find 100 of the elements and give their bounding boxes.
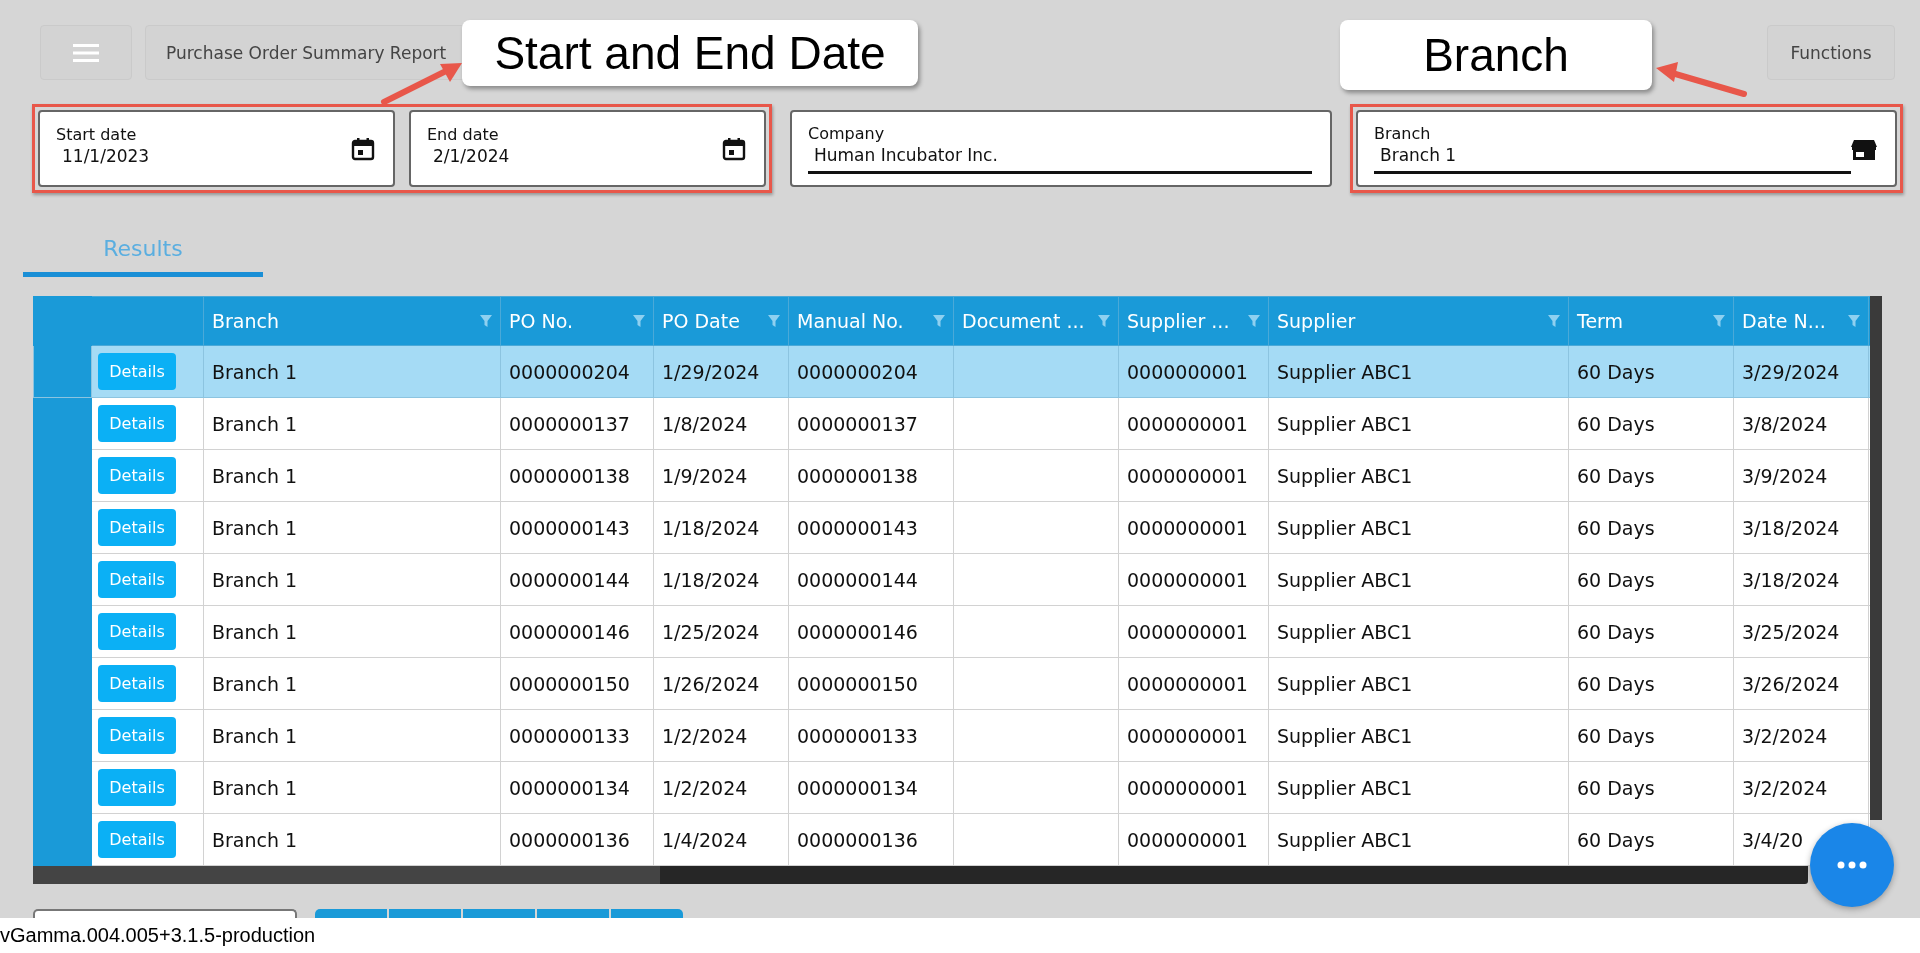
column-header[interactable]: Supplier ... bbox=[1118, 296, 1269, 346]
column-header[interactable]: Term bbox=[1568, 296, 1734, 346]
pager-button[interactable] bbox=[537, 909, 609, 918]
filter-icon[interactable] bbox=[768, 315, 780, 327]
column-header[interactable]: Supplier bbox=[1268, 296, 1569, 346]
details-button[interactable]: Details bbox=[98, 665, 176, 702]
table-cell: 60 Days bbox=[1568, 605, 1734, 658]
table-cell: Branch 1 bbox=[203, 605, 501, 658]
table-cell: 0000000001 bbox=[1118, 813, 1269, 866]
table-cell: 1/29/2024 bbox=[653, 345, 789, 398]
table-cell: 60 Days bbox=[1568, 761, 1734, 814]
store-icon[interactable] bbox=[1851, 137, 1877, 160]
details-button[interactable]: Details bbox=[98, 457, 176, 494]
field-label: End date bbox=[427, 125, 500, 144]
column-header[interactable]: PO No. bbox=[500, 296, 654, 346]
table-cell: 3/8/2024 bbox=[1733, 397, 1869, 450]
table-cell: 0000000137 bbox=[500, 397, 654, 450]
pager-button[interactable] bbox=[315, 909, 387, 918]
details-button[interactable]: Details bbox=[98, 769, 176, 806]
filter-icon[interactable] bbox=[1248, 315, 1260, 327]
table-cell: 3/2/2024 bbox=[1733, 761, 1869, 814]
table-cell: Supplier ABC1 bbox=[1268, 345, 1569, 398]
table-cell: Supplier ABC1 bbox=[1268, 553, 1569, 606]
results-tab[interactable]: Results bbox=[23, 224, 263, 277]
filter-icon[interactable] bbox=[480, 315, 492, 327]
table-cell: 1/18/2024 bbox=[653, 553, 789, 606]
pager-button[interactable] bbox=[463, 909, 535, 918]
table-cell: 0000000134 bbox=[500, 761, 654, 814]
details-button[interactable]: Details bbox=[98, 613, 176, 650]
table-cell: 60 Days bbox=[1568, 501, 1734, 554]
page-size-select[interactable] bbox=[33, 909, 297, 918]
details-button[interactable]: Details bbox=[98, 821, 176, 858]
table-cell: 0000000143 bbox=[500, 501, 654, 554]
table-cell: 0000000138 bbox=[788, 449, 954, 502]
functions-button[interactable]: Functions bbox=[1767, 25, 1895, 80]
table-cell: 3/2/2024 bbox=[1733, 709, 1869, 762]
pager-button[interactable] bbox=[611, 909, 683, 918]
details-button[interactable]: Details bbox=[98, 405, 176, 442]
filter-icon[interactable] bbox=[1713, 315, 1725, 327]
date-field[interactable]: End date 2/1/2024 bbox=[409, 110, 766, 187]
table-cell: 0000000001 bbox=[1118, 553, 1269, 606]
date-field[interactable]: Start date 11/1/2023 bbox=[38, 110, 395, 187]
more-button[interactable] bbox=[1810, 823, 1894, 907]
column-header[interactable]: Document ... bbox=[953, 296, 1119, 346]
table-cell: 1/2/2024 bbox=[653, 709, 789, 762]
filter-icon[interactable] bbox=[1548, 315, 1560, 327]
column-header[interactable]: Branch bbox=[203, 296, 501, 346]
filter-icon[interactable] bbox=[1848, 315, 1860, 327]
table-cell: Branch 1 bbox=[203, 813, 501, 866]
table-cell: Branch 1 bbox=[203, 657, 501, 710]
table-cell: Branch 1 bbox=[203, 501, 501, 554]
version-text: vGamma.004.005+3.1.5-production bbox=[0, 923, 317, 948]
table-cell: 0000000138 bbox=[500, 449, 654, 502]
pager-button[interactable] bbox=[389, 909, 461, 918]
table-cell: 0000000001 bbox=[1118, 605, 1269, 658]
table-cell: Supplier ABC1 bbox=[1268, 813, 1569, 866]
table-cell: 0000000001 bbox=[1118, 709, 1269, 762]
more-icon bbox=[1837, 861, 1867, 869]
table-cell: 60 Days bbox=[1568, 553, 1734, 606]
table-cell: 0000000204 bbox=[500, 345, 654, 398]
field-label: Start date bbox=[56, 125, 138, 144]
table-cell: 0000000137 bbox=[788, 397, 954, 450]
column-header[interactable]: Manual No. bbox=[788, 296, 954, 346]
table-cell: 3/9/2024 bbox=[1733, 449, 1869, 502]
table-cell: 0000000136 bbox=[500, 813, 654, 866]
field-value: Human Incubator Inc. bbox=[808, 142, 1312, 174]
table-cell: Supplier ABC1 bbox=[1268, 761, 1569, 814]
details-button[interactable]: Details bbox=[98, 717, 176, 754]
table-cell: 1/18/2024 bbox=[653, 501, 789, 554]
calendar-icon[interactable] bbox=[351, 136, 375, 161]
table-cell: Branch 1 bbox=[203, 709, 501, 762]
table-cell: 1/2/2024 bbox=[653, 761, 789, 814]
details-button[interactable]: Details bbox=[98, 353, 176, 390]
column-header[interactable]: Date N... bbox=[1733, 296, 1869, 346]
menu-button[interactable] bbox=[40, 25, 132, 80]
table-cell: 0000000146 bbox=[500, 605, 654, 658]
details-button[interactable]: Details bbox=[98, 561, 176, 598]
column-header[interactable]: PO Date bbox=[653, 296, 789, 346]
vertical-scrollbar[interactable] bbox=[1870, 296, 1882, 820]
branch-field[interactable]: Branch Branch 1 bbox=[1356, 110, 1897, 187]
horizontal-scrollbar[interactable] bbox=[33, 866, 1808, 884]
company-field[interactable]: Company Human Incubator Inc. bbox=[790, 110, 1332, 187]
table-cell: Branch 1 bbox=[203, 449, 501, 502]
filter-icon[interactable] bbox=[633, 315, 645, 327]
field-value: 2/1/2024 bbox=[432, 145, 511, 168]
details-button[interactable]: Details bbox=[98, 509, 176, 546]
table-cell: 0000000001 bbox=[1118, 657, 1269, 710]
table-cell: Supplier ABC1 bbox=[1268, 709, 1569, 762]
table-cell: 1/26/2024 bbox=[653, 657, 789, 710]
table-cell: 3/25/2024 bbox=[1733, 605, 1869, 658]
table-cell: 60 Days bbox=[1568, 813, 1734, 866]
filter-icon[interactable] bbox=[933, 315, 945, 327]
calendar-icon[interactable] bbox=[722, 136, 746, 161]
table-cell: 0000000143 bbox=[788, 501, 954, 554]
table-cell: 1/4/2024 bbox=[653, 813, 789, 866]
filter-icon[interactable] bbox=[1098, 315, 1110, 327]
table-cell: 0000000001 bbox=[1118, 761, 1269, 814]
table-cell: 3/18/2024 bbox=[1733, 553, 1869, 606]
field-label: Branch bbox=[1374, 123, 1432, 143]
scrollbar-thumb[interactable] bbox=[33, 866, 660, 884]
